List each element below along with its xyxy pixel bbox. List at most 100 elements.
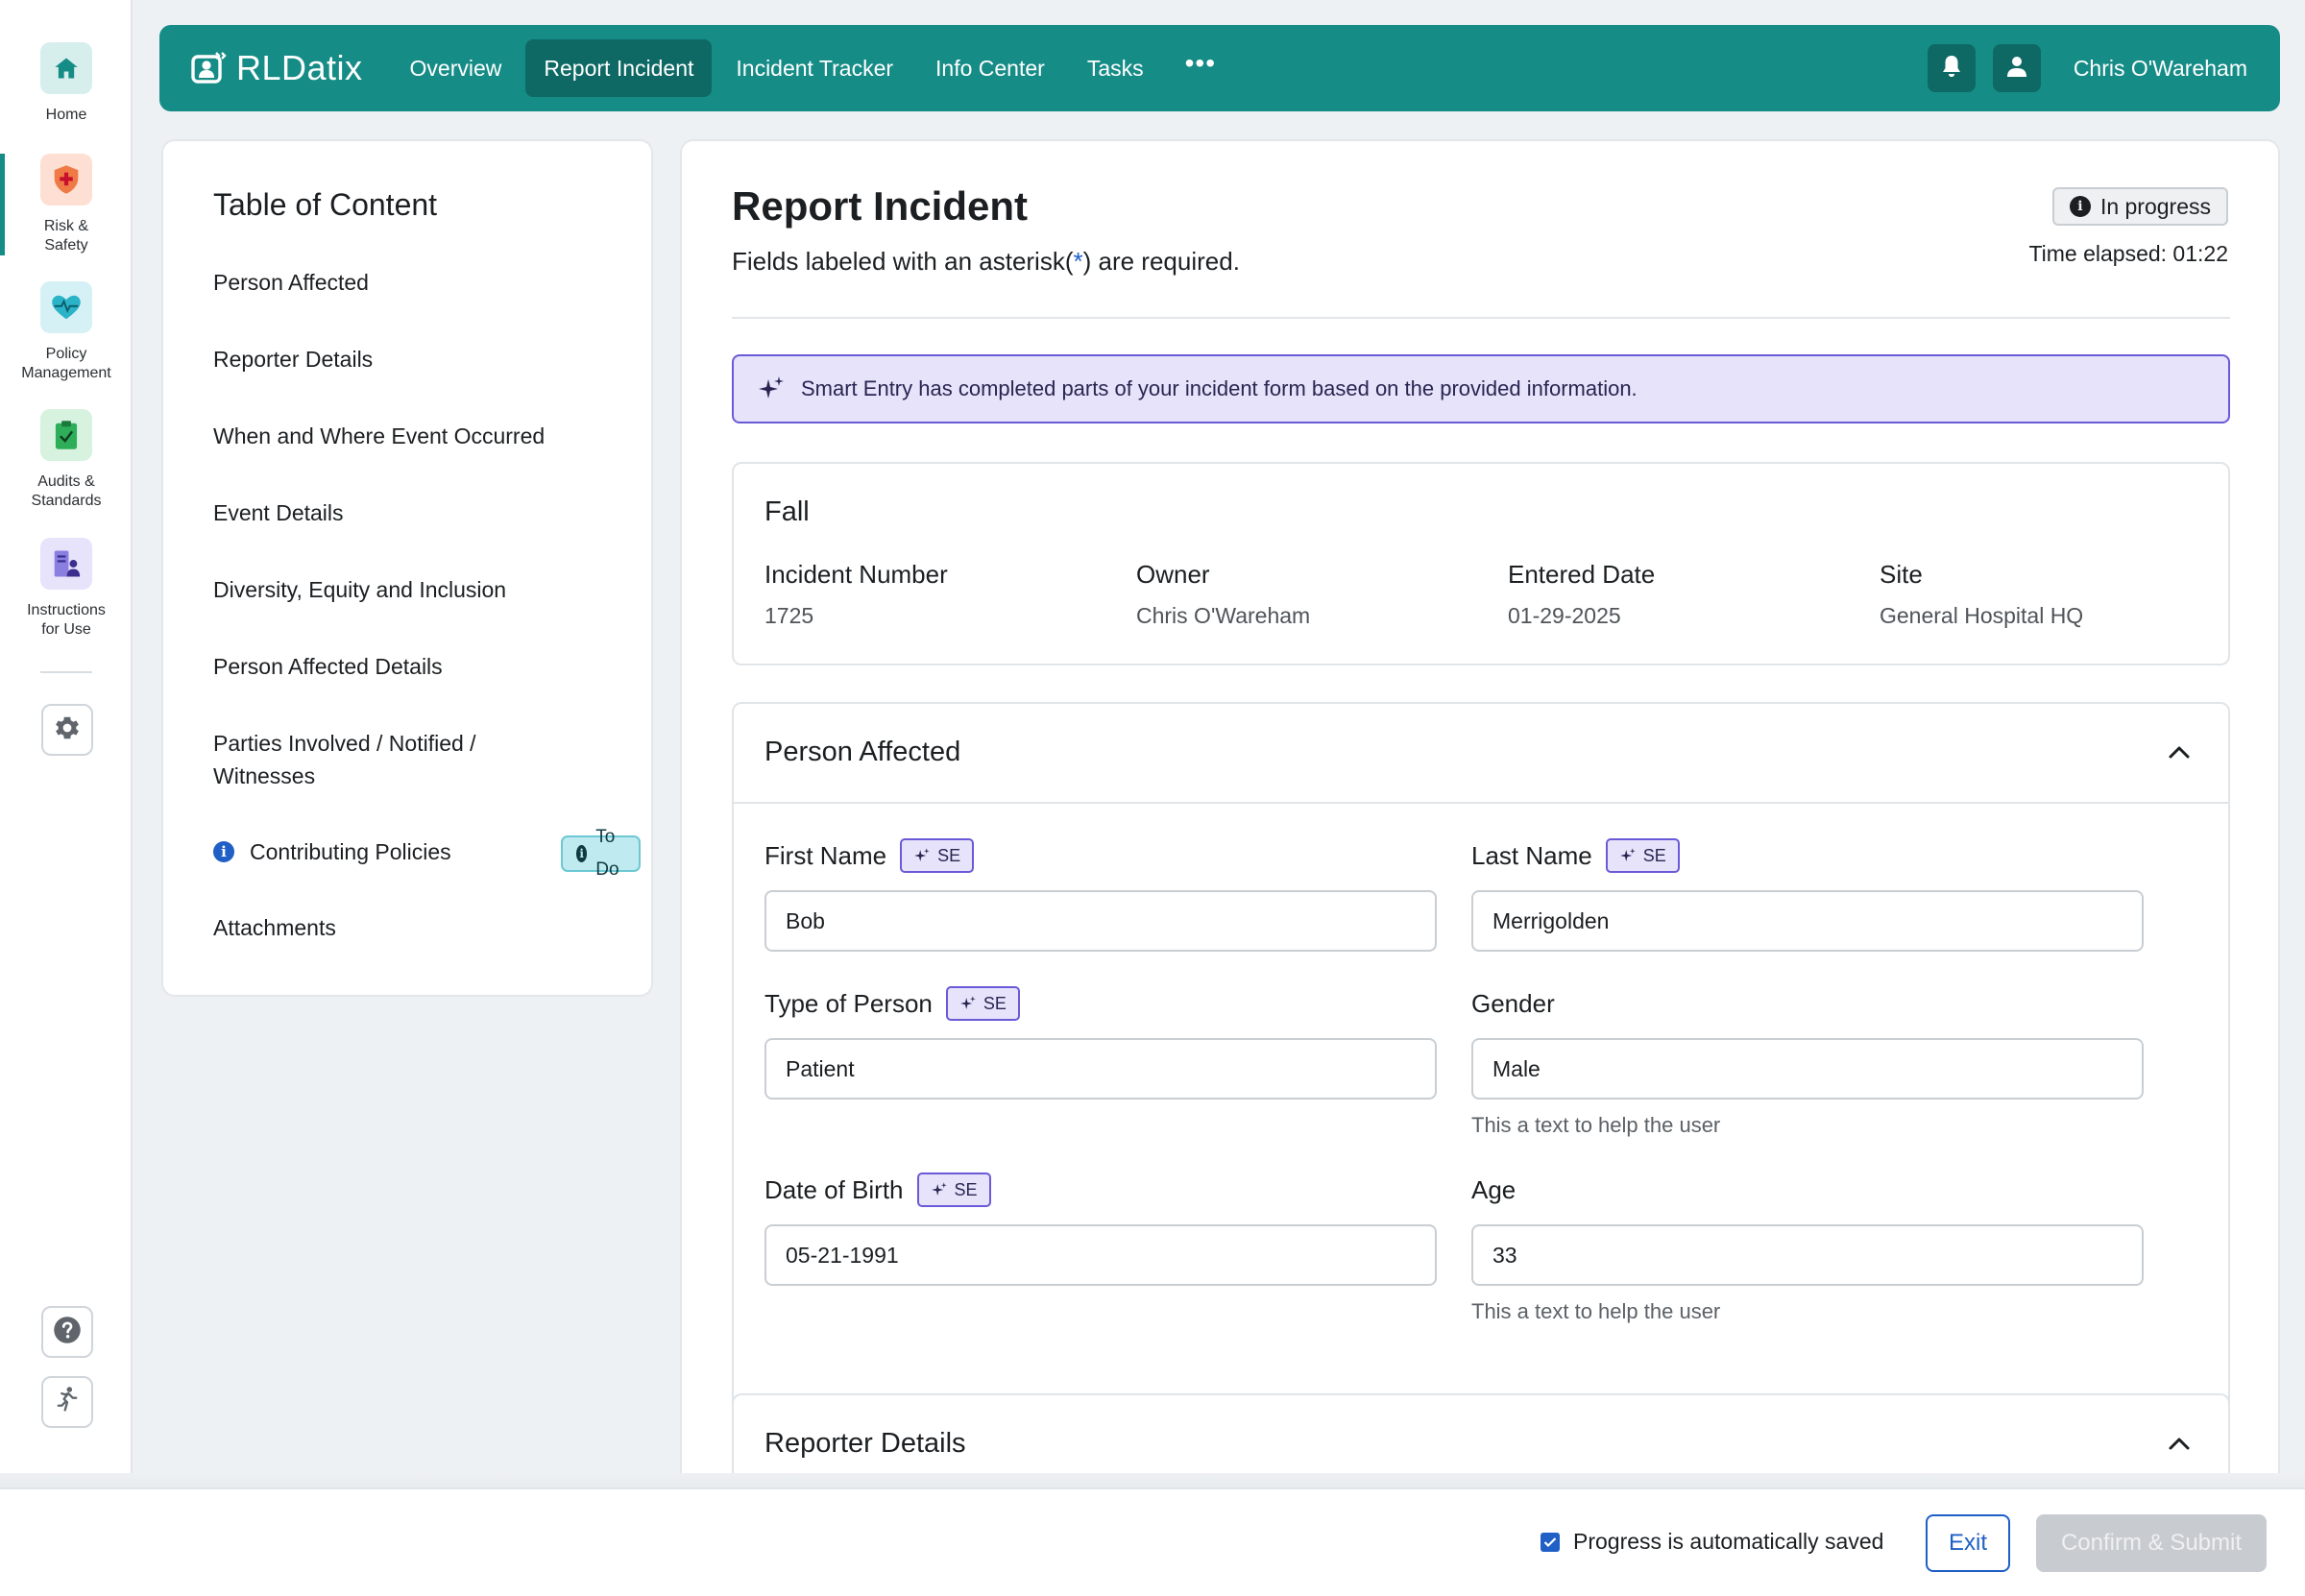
settings-button[interactable] — [41, 704, 93, 756]
meta-incident-number: Incident Number 1725 — [764, 560, 948, 629]
field-label: Age — [1471, 1173, 2144, 1207]
heart-pulse-icon — [40, 281, 92, 333]
info-icon: i — [576, 845, 588, 862]
smart-entry-text: Smart Entry has completed parts of your … — [801, 376, 1638, 400]
rail-divider — [40, 671, 92, 673]
required-note: Fields labeled with an asterisk(*) are r… — [732, 247, 1240, 277]
smart-entry-banner: Smart Entry has completed parts of your … — [732, 354, 2230, 423]
incident-type-title: Fall — [764, 496, 810, 527]
home-icon — [40, 42, 92, 94]
toc-item-parties-involved[interactable]: Parties Involved / Notified / Witnesses — [213, 727, 540, 792]
nav-more-button[interactable]: ••• — [1168, 48, 1233, 79]
running-person-icon — [54, 1386, 81, 1419]
status-badge: i In progress — [2051, 187, 2228, 226]
field-label-text: Last Name — [1471, 840, 1592, 870]
date-of-birth-field: Date of Birth SE — [764, 1173, 1437, 1286]
confirm-submit-button[interactable]: Confirm & Submit — [2036, 1514, 2267, 1572]
toc-item-reporter-details[interactable]: Reporter Details — [213, 343, 607, 375]
shield-cross-icon — [40, 154, 92, 206]
smart-entry-tag: SE — [1605, 838, 1680, 873]
helper-text: This a text to help the user — [1471, 1113, 1721, 1137]
smart-entry-tag: SE — [945, 986, 1020, 1021]
exit-app-button[interactable] — [41, 1376, 93, 1428]
date-of-birth-input[interactable] — [764, 1224, 1437, 1286]
toc-item-attachments[interactable]: Attachments — [213, 911, 607, 944]
autosave-indicator: Progress is automatically saved — [1541, 1529, 1883, 1555]
type-of-person-field: Type of Person SE — [764, 986, 1437, 1100]
rail-item-label: Risk & Safety — [43, 218, 89, 254]
toc-item-contributing-policies[interactable]: i Contributing Policies i To Do — [213, 827, 642, 880]
required-asterisk: * — [1073, 247, 1083, 276]
meta-label: Entered Date — [1508, 560, 1656, 589]
toc-item-diversity[interactable]: Diversity, Equity and Inclusion — [213, 573, 607, 606]
autosave-text: Progress is automatically saved — [1573, 1529, 1884, 1554]
type-of-person-input[interactable] — [764, 1038, 1437, 1100]
field-label-text: First Name — [764, 840, 887, 870]
last-name-field: Last Name SE — [1471, 838, 2144, 952]
helper-text: This a text to help the user — [1471, 1299, 1721, 1323]
sparkle-icon — [931, 1182, 947, 1196]
user-icon — [2005, 55, 2028, 83]
meta-site: Site General Hospital HQ — [1880, 560, 2083, 629]
sparkle-icon — [1619, 848, 1636, 861]
notifications-button[interactable] — [1927, 44, 1976, 92]
field-label: Gender — [1471, 986, 2144, 1021]
section-title: Person Affected — [764, 737, 961, 767]
person-affected-section: Person Affected First Name SE Last Name … — [732, 702, 2230, 1497]
status-label: In progress — [2099, 193, 2211, 219]
instructions-icon — [40, 538, 92, 590]
rail-item-instructions[interactable]: Instructions for Use — [0, 538, 133, 640]
exit-button[interactable]: Exit — [1926, 1514, 2010, 1572]
chevron-up-icon[interactable] — [2167, 742, 2192, 762]
clipboard-check-icon — [40, 409, 92, 461]
nav-incident-tracker[interactable]: Incident Tracker — [717, 39, 911, 97]
gender-input[interactable] — [1471, 1038, 2144, 1100]
first-name-field: First Name SE — [764, 838, 1437, 952]
bell-icon — [1940, 54, 1963, 84]
first-name-input[interactable] — [764, 890, 1437, 952]
meta-value: General Hospital HQ — [1880, 603, 2084, 628]
toc-item-person-affected-details[interactable]: Person Affected Details — [213, 650, 607, 683]
chevron-up-icon[interactable] — [2167, 1434, 2192, 1453]
autosave-checkbox[interactable] — [1541, 1532, 1560, 1552]
toc-item-when-where[interactable]: When and Where Event Occurred — [213, 420, 607, 452]
field-label: Last Name SE — [1471, 838, 2144, 873]
nav-tasks[interactable]: Tasks — [1069, 39, 1162, 97]
age-input[interactable] — [1471, 1224, 2144, 1286]
nav-info-center[interactable]: Info Center — [917, 39, 1063, 97]
todo-badge: i To Do — [561, 827, 642, 880]
rail-item-audits-standards[interactable]: Audits & Standards — [0, 409, 133, 511]
toc-item-person-affected[interactable]: Person Affected — [213, 266, 607, 299]
incident-summary-card: Fall Incident Number 1725 Owner Chris O'… — [732, 462, 2230, 665]
brand-logo[interactable]: RLDatix — [190, 48, 363, 88]
smart-entry-tag: SE — [900, 838, 975, 873]
rail-item-home[interactable]: Home — [0, 42, 133, 125]
gear-icon — [53, 713, 82, 747]
info-icon: i — [213, 841, 234, 862]
brand-name: RLDatix — [236, 48, 363, 87]
nav-overview[interactable]: Overview — [392, 39, 521, 97]
rail-item-risk-safety[interactable]: Risk & Safety — [0, 154, 133, 255]
time-elapsed: Time elapsed: 01:22 — [2028, 241, 2228, 266]
rail-item-label: Policy Management — [21, 346, 111, 381]
person-affected-header[interactable]: Person Affected — [734, 704, 2228, 804]
se-label: SE — [1642, 845, 1666, 865]
toc-item-label: Contributing Policies — [250, 839, 451, 864]
user-name[interactable]: Chris O'Wareham — [2074, 56, 2247, 82]
table-of-content: Table of Content Person Affected Reporte… — [161, 139, 653, 997]
nav-report-incident[interactable]: Report Incident — [525, 39, 713, 97]
toc-item-event-details[interactable]: Event Details — [213, 496, 607, 529]
sparkle-icon — [960, 996, 976, 1009]
report-incident-form: Report Incident Fields labeled with an a… — [680, 139, 2280, 1522]
rail-item-label: Instructions for Use — [27, 602, 106, 638]
nav-right-group: Chris O'Wareham — [1910, 44, 2247, 92]
header-divider — [732, 317, 2230, 319]
last-name-input[interactable] — [1471, 890, 2144, 952]
meta-label: Owner — [1136, 560, 1210, 589]
sparkle-icon — [914, 848, 930, 861]
profile-button[interactable] — [1992, 44, 2041, 92]
rail-item-policy-management[interactable]: Policy Management — [0, 281, 133, 383]
left-rail: Home Risk & Safety Policy Management Aud… — [0, 0, 133, 1473]
age-field: Age This a text to help the user — [1471, 1173, 2144, 1324]
help-button[interactable] — [41, 1306, 93, 1358]
